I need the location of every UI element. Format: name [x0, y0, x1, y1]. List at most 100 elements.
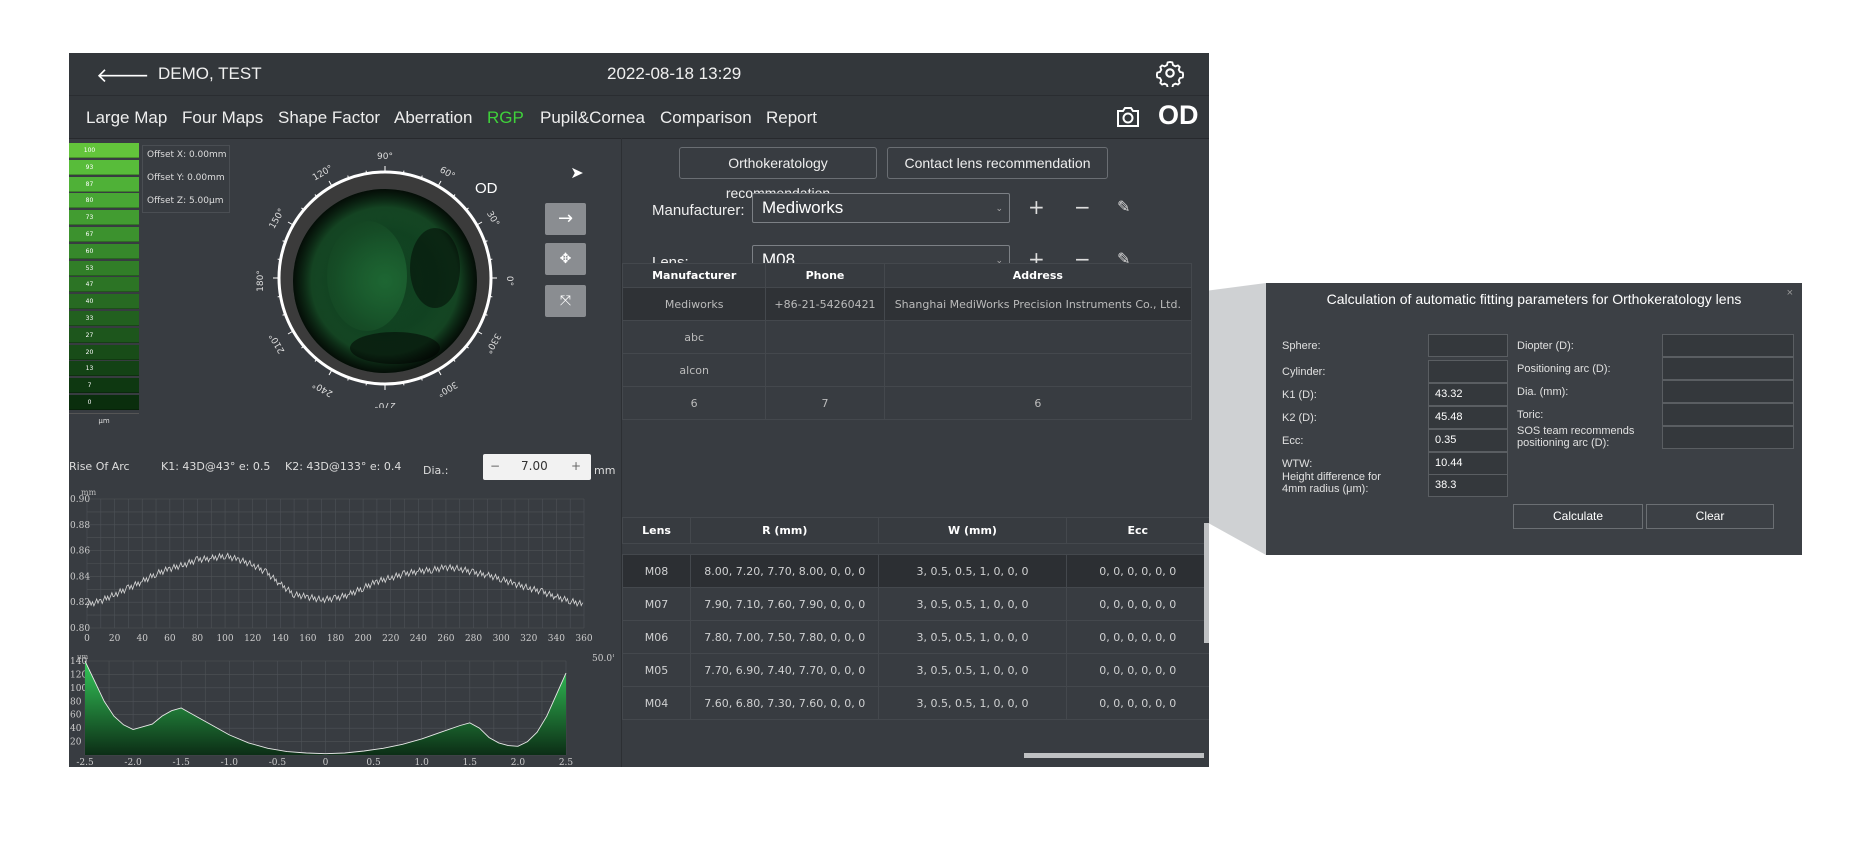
add-manufacturer-icon[interactable]: + — [1028, 197, 1045, 217]
dialog-field-input[interactable] — [1428, 334, 1508, 357]
ortho-recommendation-button[interactable]: Orthokeratology recommendation — [679, 147, 877, 201]
manufacturer-row[interactable]: alcon — [621, 353, 1193, 387]
edit-manufacturer-icon[interactable]: ✎ — [1117, 197, 1130, 217]
close-icon[interactable]: × — [1787, 287, 1793, 299]
dialog-field-label: Dia. (mm): — [1517, 386, 1569, 398]
manufacturer-row[interactable]: Mediworks +86-21-54260421 Shanghai MediWor… — [621, 287, 1193, 321]
dialog-field-input[interactable] — [1662, 403, 1794, 426]
gear-icon[interactable] — [1156, 59, 1184, 87]
y-tick-label: 0.86 — [70, 547, 90, 557]
back-arrow-icon[interactable]: 🡐 — [96, 63, 150, 87]
manufacturer-cell: 6 — [621, 386, 767, 420]
lens-row[interactable]: M07 7.90, 7.10, 7.60, 7.90, 0, 0, 0 3, 0.5… — [621, 587, 1209, 621]
dia-plus-button[interactable]: + — [571, 459, 581, 473]
tab-large-map[interactable]: Large Map — [86, 108, 167, 128]
fit-icon[interactable]: ⤧ — [545, 285, 586, 317]
scale-value: 0 — [69, 395, 110, 410]
tab-report[interactable]: Report — [766, 108, 817, 128]
lens-column-header[interactable]: Ecc — [1065, 517, 1209, 544]
manufacturer-column-header[interactable]: Manufacturer — [621, 263, 767, 288]
view-tabs: Large Map Four Maps Shape Factor Aberrat… — [69, 96, 1209, 139]
contact-lens-recommendation-button[interactable]: Contact lens recommendation — [887, 147, 1108, 179]
tab-pupil-cornea[interactable]: Pupil&Cornea — [540, 108, 645, 128]
manufacturer-select[interactable]: Mediworks ⌄ — [752, 193, 1010, 223]
dialog-field-input[interactable]: 38.3 — [1428, 474, 1508, 497]
lens-row[interactable]: M06 7.80, 7.00, 7.50, 7.80, 0, 0, 0 3, 0.5… — [621, 620, 1209, 654]
angle-label: 150° — [268, 207, 288, 231]
top-bar: 🡐 DEMO, TEST 2022-08-18 13:29 — [69, 53, 1209, 96]
remove-manufacturer-icon[interactable]: − — [1074, 197, 1091, 217]
arrow-right-icon[interactable]: → — [545, 203, 586, 235]
lens-cell: 7.80, 7.00, 7.50, 7.80, 0, 0, 0 — [690, 620, 880, 654]
dialog-field-label: WTW: — [1282, 458, 1313, 470]
dialog-field-input[interactable] — [1662, 357, 1794, 380]
lens-column-header[interactable]: W (mm) — [878, 517, 1067, 544]
lens-row[interactable]: M08 8.00, 7.20, 7.70, 8.00, 0, 0, 0 3, 0.5… — [621, 554, 1209, 588]
lens-column-header[interactable]: R (mm) — [690, 517, 880, 544]
x-tick-label: 20 — [109, 634, 121, 644]
scale-swatch — [110, 344, 139, 360]
scale-value: 20 — [69, 344, 110, 360]
lens-row[interactable]: M04 7.60, 6.80, 7.30, 7.60, 0, 0, 0 3, 0.5… — [621, 686, 1209, 720]
manufacturer-column-header[interactable]: Address — [883, 263, 1193, 288]
elevation-line-chart: mm0.800.820.840.860.880.900 20 40 60 80 100 12… — [70, 488, 593, 644]
tab-comparison[interactable]: Comparison — [660, 108, 752, 128]
clear-button[interactable]: Clear — [1646, 504, 1774, 529]
fluorescein-map[interactable]: 90° 60° 30° 0° 330° 300° 270° 240° 210° 180° 150° 1… — [255, 148, 515, 408]
y-tick-label: 120 — [70, 670, 87, 680]
tab-shape-factor[interactable]: Shape Factor — [278, 108, 380, 128]
x-tick-label: 60 — [164, 634, 176, 644]
angle-tick — [365, 382, 368, 386]
camera-icon[interactable] — [1114, 104, 1142, 130]
dialog-field-input[interactable] — [1428, 360, 1508, 383]
angle-tick — [277, 295, 281, 298]
calculate-button[interactable]: Calculate — [1513, 504, 1643, 529]
lens-row[interactable]: M05 7.70, 6.90, 7.40, 7.70, 0, 0, 0 3, 0.5… — [621, 653, 1209, 687]
scale-swatch — [110, 277, 139, 293]
eye-indicator: OD — [1158, 100, 1199, 130]
dialog-field-input[interactable] — [1662, 426, 1794, 449]
dialog-field-input[interactable] — [1662, 380, 1794, 403]
dialog-field-input[interactable]: 10.44 — [1428, 452, 1508, 475]
x-tick-label: 280 — [465, 634, 482, 644]
scale-value: 33 — [69, 311, 110, 326]
horizontal-scrollbar[interactable] — [1024, 753, 1204, 758]
vertical-scrollbar[interactable] — [1204, 523, 1209, 643]
dialog-field-input[interactable]: 45.48 — [1428, 406, 1508, 429]
manufacturer-column-header[interactable]: Phone — [765, 263, 885, 288]
lens-cell: 0, 0, 0, 0, 0, 0 — [1065, 587, 1209, 621]
scale-value: 93 — [69, 159, 110, 175]
manufacturer-row[interactable]: 676 — [621, 386, 1193, 420]
height-profile-chart: μm50.0°20406080100120140-2.5-2.0-1.5-1.0… — [70, 653, 614, 767]
dialog-field-label: Positioning arc (D): — [1517, 363, 1611, 375]
lens-column-header[interactable]: Lens — [621, 517, 692, 544]
x-tick-label: 120 — [244, 634, 261, 644]
angle-label: 60° — [438, 165, 457, 182]
y-tick-label: 0.80 — [70, 624, 90, 634]
x-tick-label: -1.0 — [221, 758, 239, 767]
navigate-icon[interactable]: ➤ — [562, 163, 592, 189]
manufacturer-cell — [883, 353, 1193, 387]
dialog-field-input[interactable]: 43.32 — [1428, 383, 1508, 406]
tab-four-maps[interactable]: Four Maps — [182, 108, 263, 128]
angle-label: 210° — [268, 331, 288, 355]
scale-value: 47 — [69, 277, 110, 293]
manufacturer-cell — [765, 353, 885, 387]
dia-minus-button[interactable]: − — [490, 459, 500, 473]
tab-aberration[interactable]: Aberration — [394, 108, 472, 128]
scale-unit: μm — [69, 413, 139, 428]
scale-swatch — [110, 159, 139, 175]
tab-rgp[interactable]: RGP — [487, 108, 524, 128]
dialog-field-input[interactable]: 0.35 — [1428, 429, 1508, 452]
dialog-field-input[interactable] — [1662, 334, 1794, 357]
x-tick-label: 80 — [192, 634, 204, 644]
move-icon[interactable]: ✥ — [545, 243, 586, 275]
angle-label: 330° — [483, 331, 503, 355]
dia-value[interactable]: 7.00 — [521, 459, 548, 473]
dia-stepper[interactable]: − 7.00 + — [483, 454, 591, 480]
x-tick-label: 100 — [216, 634, 233, 644]
x-tick-label: 220 — [382, 634, 399, 644]
manufacturer-row[interactable]: abc — [621, 320, 1193, 354]
dia-label: Dia.: — [423, 464, 449, 477]
angle-label: 240° — [311, 379, 335, 399]
